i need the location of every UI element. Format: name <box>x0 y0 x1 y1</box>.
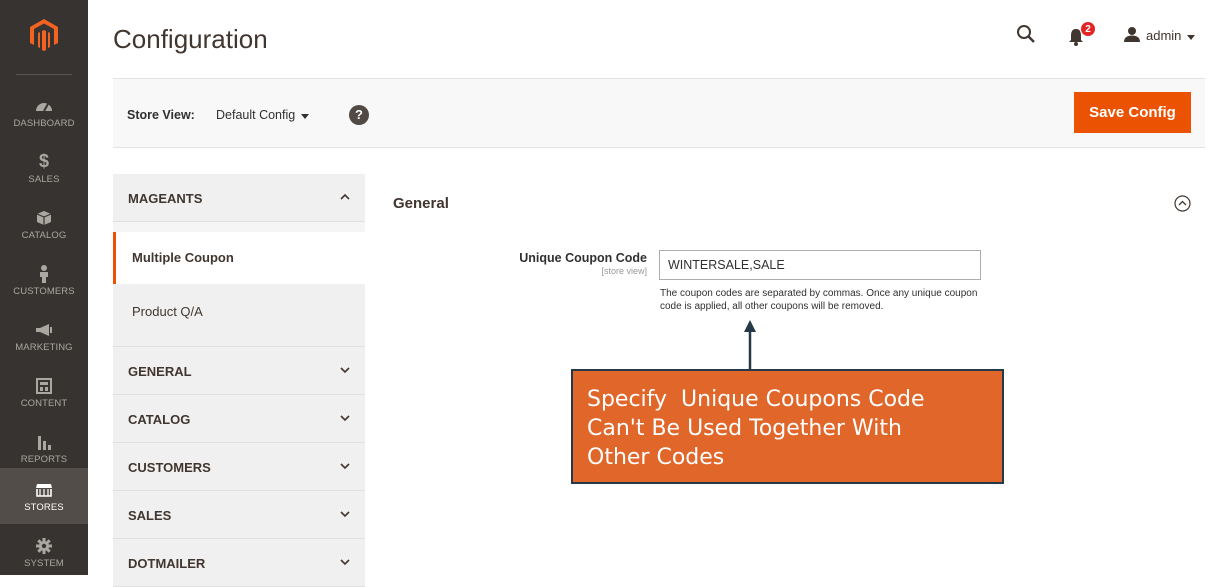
config-tabs: MAGEANTS Multiple Coupon Product Q/A GEN… <box>113 174 365 587</box>
tab-group-label: GENERAL <box>128 364 192 379</box>
field-note: The coupon codes are separated by commas… <box>660 288 978 312</box>
user-name: admin <box>1146 27 1182 43</box>
notifications-button[interactable]: 2 <box>1068 21 1098 48</box>
annotation-arrow <box>740 318 760 370</box>
tab-item-label: Multiple Coupon <box>132 250 234 265</box>
menu-item-catalog[interactable]: CATALOG <box>0 196 88 252</box>
section-title[interactable]: General <box>393 195 449 212</box>
caret-down-icon <box>1187 28 1196 43</box>
unique-coupon-code-label: Unique Coupon Code <box>519 251 647 265</box>
help-icon[interactable]: ? <box>349 105 369 125</box>
gear-icon <box>36 536 52 556</box>
box-icon <box>36 208 52 228</box>
content-icon <box>36 376 52 396</box>
tab-group-label: DOTMAILER <box>128 556 206 571</box>
tab-group-label: MAGEANTS <box>128 191 203 206</box>
user-menu[interactable]: admin <box>1124 24 1196 46</box>
bar-chart-icon <box>36 432 52 452</box>
menu-item-label: CUSTOMERS <box>13 285 75 297</box>
menu-item-sales[interactable]: $ SALES <box>0 140 88 196</box>
menu-item-marketing[interactable]: MARKETING <box>0 308 88 364</box>
tab-group-dotmailer[interactable]: DOTMAILER <box>113 539 365 587</box>
chevron-down-icon <box>339 363 351 375</box>
callout-line: Other Codes <box>587 445 725 470</box>
unique-coupon-code-input[interactable] <box>659 250 981 280</box>
scope-label: [store view] <box>601 266 647 276</box>
store-view-selected: Default Config <box>216 108 296 122</box>
menu-item-label: MARKETING <box>15 341 73 353</box>
tab-item-multiple-coupon[interactable]: Multiple Coupon <box>113 232 365 284</box>
tab-item-product-qa[interactable]: Product Q/A <box>113 284 365 347</box>
tab-group-sales[interactable]: SALES <box>113 491 365 539</box>
chevron-down-icon <box>339 411 351 423</box>
tab-item-label: Product Q/A <box>132 304 203 319</box>
menu-item-label: DASHBOARD <box>13 117 75 129</box>
callout-line: Can't Be Used Together With <box>587 416 902 441</box>
user-icon <box>1124 26 1140 45</box>
store-view-bar: Store View: Default Config ? Save Config <box>113 78 1205 148</box>
chevron-up-icon <box>339 190 351 202</box>
tab-group-general[interactable]: GENERAL <box>113 347 365 395</box>
dashboard-icon <box>35 96 53 116</box>
chevron-down-icon <box>339 555 351 567</box>
tab-group-mageants[interactable]: MAGEANTS <box>113 174 365 222</box>
menu-item-customers[interactable]: CUSTOMERS <box>0 252 88 308</box>
store-icon <box>35 480 53 500</box>
menu-divider <box>16 74 72 75</box>
menu-item-label: SYSTEM <box>24 557 64 569</box>
person-icon <box>38 264 50 284</box>
dollar-icon: $ <box>38 151 49 171</box>
store-view-dropdown[interactable]: Default Config <box>216 108 310 122</box>
megaphone-icon <box>35 320 53 340</box>
notification-count-badge: 2 <box>1080 21 1096 37</box>
chevron-down-icon <box>339 507 351 519</box>
tab-group-label: SALES <box>128 508 172 523</box>
menu-item-stores[interactable]: STORES <box>0 468 88 524</box>
tab-group-customers[interactable]: CUSTOMERS <box>113 443 365 491</box>
search-icon[interactable] <box>1016 24 1038 46</box>
menu-item-dashboard[interactable]: DASHBOARD <box>0 84 88 140</box>
menu-item-label: SALES <box>28 173 60 185</box>
callout-line: Specify Unique Coupons Code <box>587 387 925 412</box>
page-title: Configuration <box>113 24 268 54</box>
annotation-callout: Specify Unique Coupons Code Can't Be Use… <box>571 369 1004 484</box>
magento-logo-icon[interactable] <box>0 0 88 70</box>
menu-item-content[interactable]: CONTENT <box>0 364 88 420</box>
store-view-label: Store View: <box>127 108 195 122</box>
menu-item-label: REPORTS <box>20 453 68 465</box>
menu-item-system[interactable]: SYSTEM <box>0 524 88 580</box>
tab-group-label: CATALOG <box>128 412 191 427</box>
admin-menu: DASHBOARD $ SALES CATALOG CUSTOMERS MARK… <box>0 0 88 575</box>
tab-group-catalog[interactable]: CATALOG <box>113 395 365 443</box>
caret-down-icon <box>301 108 310 122</box>
chevron-down-icon <box>339 459 351 471</box>
menu-item-label: STORES <box>24 501 64 513</box>
tab-group-label: CUSTOMERS <box>128 460 211 475</box>
menu-item-label: CATALOG <box>21 229 67 241</box>
menu-item-label: CONTENT <box>20 397 68 409</box>
collapse-circle-icon[interactable] <box>1174 195 1191 212</box>
save-config-button[interactable]: Save Config <box>1074 92 1191 133</box>
